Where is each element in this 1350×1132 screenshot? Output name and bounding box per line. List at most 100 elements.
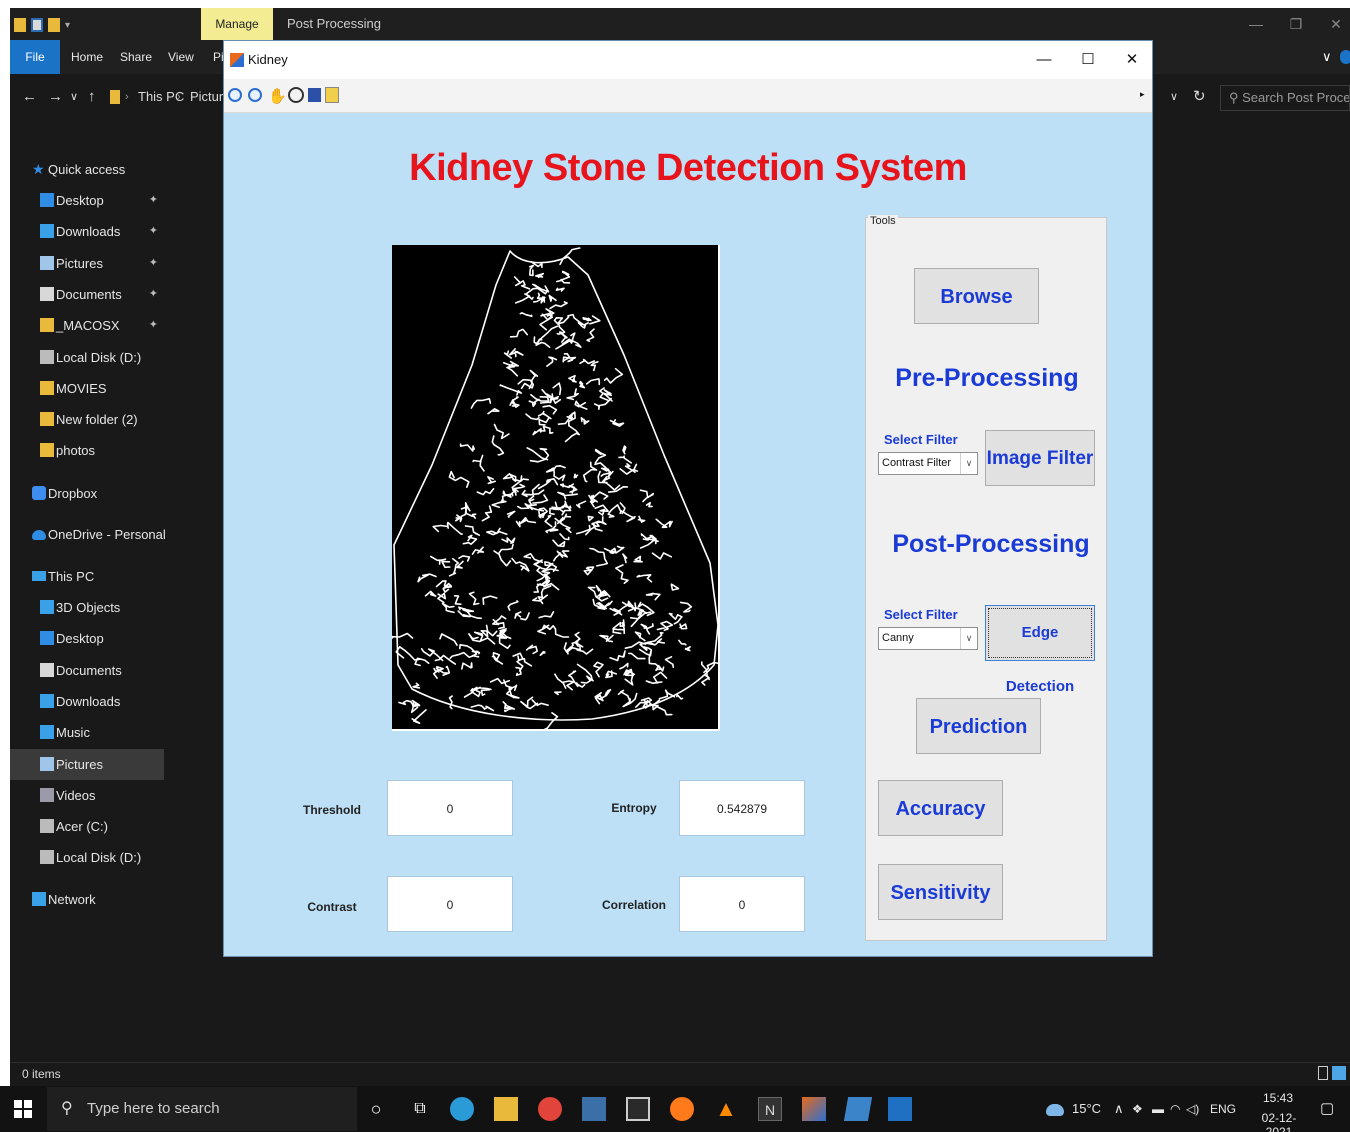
zoom-out-icon[interactable] bbox=[248, 88, 262, 102]
clock-date[interactable]: 02-12-2021 bbox=[1250, 1111, 1308, 1132]
volume-icon[interactable]: ◁) bbox=[1186, 1086, 1199, 1132]
customize-dropdown-icon[interactable]: ▾ bbox=[65, 20, 70, 31]
search-input[interactable]: ⚲ Search Post Proces... bbox=[1220, 85, 1350, 111]
close-icon[interactable]: ✕ bbox=[1316, 8, 1350, 40]
contrast-field[interactable]: 0 bbox=[387, 876, 513, 932]
properties-icon[interactable] bbox=[31, 18, 43, 32]
taskbar-search-box[interactable]: ⚲ Type here to search bbox=[47, 1087, 357, 1131]
back-icon[interactable]: ← bbox=[22, 74, 37, 120]
post-filter-select[interactable]: Canny ∨ bbox=[878, 627, 978, 650]
nav-quick-item[interactable]: Desktop ✦ bbox=[10, 185, 164, 216]
pin-icon[interactable]: ✦ bbox=[149, 185, 158, 216]
nav-pc-item[interactable]: Acer (C:) bbox=[10, 811, 164, 842]
help-icon[interactable] bbox=[1340, 50, 1350, 64]
nav-quick-item[interactable]: photos bbox=[10, 435, 164, 466]
nav-quick-access[interactable]: ★ Quick access bbox=[10, 154, 164, 185]
manage-tab[interactable]: Manage bbox=[201, 8, 273, 40]
nav-dropbox[interactable]: Dropbox bbox=[10, 478, 164, 509]
wifi-icon[interactable]: ◠ bbox=[1170, 1086, 1180, 1132]
show-hidden-icons-icon[interactable]: ∧ bbox=[1114, 1086, 1124, 1132]
matlab-icon[interactable] bbox=[802, 1097, 826, 1121]
prediction-button[interactable]: Prediction bbox=[916, 698, 1041, 754]
file-explorer-icon[interactable] bbox=[494, 1097, 518, 1121]
maximize-icon[interactable]: ☐ bbox=[1066, 41, 1110, 79]
nav-label: Music bbox=[56, 725, 90, 741]
photos-icon[interactable] bbox=[888, 1097, 912, 1121]
correlation-field[interactable]: 0 bbox=[679, 876, 805, 932]
ribbon-expand-icon[interactable]: ∨ bbox=[1322, 40, 1332, 74]
edge-detection-button[interactable]: Edge Detection bbox=[985, 605, 1095, 695]
refresh-icon[interactable]: ↻ bbox=[1193, 74, 1206, 120]
nav-this-pc[interactable]: This PC bbox=[10, 561, 164, 592]
ribbon-tab-view[interactable]: View bbox=[168, 40, 194, 74]
toolbar-overflow-icon[interactable]: ▸ bbox=[1140, 89, 1145, 100]
nav-pc-item[interactable]: Downloads bbox=[10, 686, 164, 717]
large-icons-view-icon[interactable] bbox=[1332, 1066, 1346, 1080]
folder-icon[interactable] bbox=[14, 18, 26, 32]
details-view-icon[interactable] bbox=[1318, 1066, 1328, 1080]
pin-icon[interactable]: ✦ bbox=[149, 248, 158, 279]
nav-network[interactable]: Network bbox=[10, 884, 164, 915]
vlc-icon[interactable]: ▲ bbox=[714, 1097, 738, 1121]
cortana-icon[interactable]: ○ bbox=[364, 1097, 388, 1121]
entropy-field[interactable]: 0.542879 bbox=[679, 780, 805, 836]
dropbox-tray-icon[interactable]: ❖ bbox=[1132, 1086, 1143, 1132]
nav-onedrive[interactable]: OneDrive - Personal bbox=[10, 519, 166, 550]
terminal-icon[interactable] bbox=[626, 1097, 650, 1121]
pin-icon[interactable]: ✦ bbox=[149, 279, 158, 310]
up-icon[interactable]: ↑ bbox=[88, 74, 96, 120]
forward-icon[interactable]: → bbox=[48, 74, 63, 120]
browse-button[interactable]: Browse bbox=[914, 268, 1039, 324]
image-filter-button[interactable]: Image Filter bbox=[985, 430, 1095, 486]
accuracy-button[interactable]: Accuracy bbox=[878, 780, 1003, 836]
sensitivity-button[interactable]: Sensitivity bbox=[878, 864, 1003, 920]
nav-quick-item[interactable]: New folder (2) bbox=[10, 404, 164, 435]
nav-pc-item[interactable]: Music bbox=[10, 717, 164, 748]
battery-icon[interactable]: ▬ bbox=[1152, 1086, 1164, 1132]
clock-time[interactable]: 15:43 bbox=[1250, 1091, 1306, 1105]
nav-quick-item[interactable]: Documents ✦ bbox=[10, 279, 164, 310]
firefox-icon[interactable] bbox=[670, 1097, 694, 1121]
maximize-icon[interactable]: ❐ bbox=[1276, 8, 1316, 40]
nav-quick-item[interactable]: Local Disk (D:) bbox=[10, 342, 164, 373]
nav-pc-item[interactable]: Videos bbox=[10, 780, 164, 811]
task-view-icon[interactable]: ⧉ bbox=[408, 1097, 432, 1121]
weather-icon[interactable] bbox=[1046, 1104, 1064, 1116]
notes-icon[interactable] bbox=[843, 1097, 873, 1121]
mysql-icon[interactable] bbox=[582, 1097, 606, 1121]
nav-quick-item[interactable]: Pictures ✦ bbox=[10, 248, 164, 279]
weather-temperature[interactable]: 15°C bbox=[1072, 1086, 1101, 1132]
minimize-icon[interactable]: — bbox=[1236, 8, 1276, 40]
nav-pc-item[interactable]: Pictures bbox=[10, 748, 164, 780]
address-dropdown-icon[interactable]: ∨ bbox=[1170, 74, 1178, 120]
save-icon[interactable] bbox=[308, 88, 321, 102]
nav-quick-item[interactable]: MOVIES bbox=[10, 373, 164, 404]
nav-quick-item[interactable]: _MACOSX ✦ bbox=[10, 310, 164, 341]
nav-pc-item[interactable]: Local Disk (D:) bbox=[10, 842, 164, 873]
close-icon[interactable]: ✕ bbox=[1110, 41, 1154, 79]
zoom-in-icon[interactable] bbox=[228, 88, 242, 102]
pan-icon[interactable]: ✋ bbox=[268, 87, 287, 105]
minimize-icon[interactable]: — bbox=[1022, 41, 1066, 79]
chrome-icon[interactable] bbox=[538, 1097, 562, 1121]
ribbon-tab-file[interactable]: File bbox=[10, 40, 60, 74]
notifications-icon[interactable]: ▢ bbox=[1320, 1086, 1334, 1132]
nav-quick-item[interactable]: Downloads ✦ bbox=[10, 216, 164, 247]
pin-icon[interactable]: ✦ bbox=[149, 310, 158, 341]
rotate-3d-icon[interactable] bbox=[288, 87, 304, 103]
start-icon[interactable] bbox=[14, 1100, 32, 1118]
nav-pc-item[interactable]: 3D Objects bbox=[10, 592, 164, 623]
threshold-field[interactable]: 0 bbox=[387, 780, 513, 836]
new-folder-icon[interactable] bbox=[48, 18, 60, 32]
ribbon-tab-share[interactable]: Share bbox=[120, 40, 152, 74]
edge-icon[interactable] bbox=[450, 1097, 474, 1121]
nav-pc-item[interactable]: Desktop bbox=[10, 623, 164, 654]
notion-icon[interactable]: N bbox=[758, 1097, 782, 1121]
ribbon-tab-home[interactable]: Home bbox=[71, 40, 103, 74]
pre-filter-select[interactable]: Contrast Filter ∨ bbox=[878, 452, 978, 475]
language-indicator[interactable]: ENG bbox=[1210, 1086, 1236, 1132]
data-cursor-icon[interactable] bbox=[325, 87, 339, 103]
recent-locations-icon[interactable]: ∨ bbox=[70, 74, 78, 120]
nav-pc-item[interactable]: Documents bbox=[10, 655, 164, 686]
pin-icon[interactable]: ✦ bbox=[149, 216, 158, 247]
